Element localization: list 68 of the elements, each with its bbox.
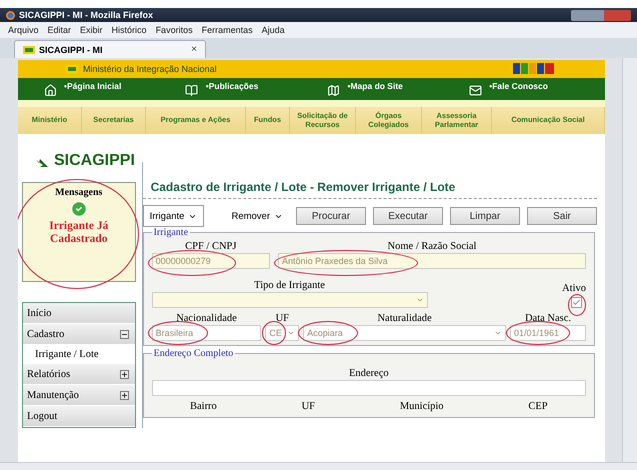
window-controls-icon[interactable] bbox=[571, 10, 631, 20]
action-dropdown[interactable]: Remover bbox=[225, 205, 289, 227]
section-legend: Irrigante bbox=[152, 227, 190, 238]
field-label: CEP bbox=[528, 400, 548, 413]
entity-dropdown[interactable]: Irrigante bbox=[142, 205, 204, 227]
menu-item[interactable]: Editar bbox=[48, 25, 72, 35]
input-field[interactable] bbox=[152, 380, 586, 396]
nav-link[interactable]: •Mapa do Site bbox=[322, 78, 464, 102]
field-label: CPF / CNPJ bbox=[185, 240, 236, 253]
sidebar-item[interactable]: Início bbox=[23, 303, 135, 324]
horizontal-scrollbar[interactable] bbox=[0, 462, 637, 470]
messages-title: Mensagens bbox=[55, 187, 102, 198]
flag-icon bbox=[66, 65, 78, 73]
field-label: Tipo de Irrigante bbox=[254, 279, 325, 292]
toolbar-button[interactable]: Limpar bbox=[450, 207, 520, 225]
brasil-logo-drawing bbox=[513, 62, 555, 76]
sidebar-label: Cadastro bbox=[27, 328, 64, 340]
caret-icon bbox=[287, 329, 296, 337]
menu-item[interactable]: Favoritos bbox=[156, 25, 193, 35]
dropdown-field[interactable] bbox=[152, 292, 428, 308]
field-label: Bairro bbox=[190, 400, 217, 413]
caret-icon bbox=[416, 296, 424, 304]
menu-item[interactable]: Arquivo bbox=[8, 25, 39, 35]
field-label: Nome / Razão Social bbox=[388, 240, 476, 253]
sidebar-item[interactable]: Logout bbox=[23, 406, 135, 427]
checkbox[interactable] bbox=[571, 297, 582, 308]
field-label: UF bbox=[302, 400, 316, 413]
vertical-scrollbar[interactable] bbox=[622, 58, 637, 462]
flag-icon bbox=[23, 46, 35, 54]
collapse-icon[interactable] bbox=[120, 330, 129, 338]
field-label: Data Nasc. bbox=[524, 312, 572, 325]
message-text: Irrigante Já Cadastrado bbox=[48, 220, 110, 246]
toolbar-button[interactable]: Procurar bbox=[296, 207, 366, 225]
expand-icon[interactable] bbox=[120, 370, 129, 378]
sidebar-label: Relatórios bbox=[27, 368, 70, 380]
success-check-icon bbox=[70, 200, 88, 218]
field-label: UF bbox=[276, 312, 290, 325]
caret-icon bbox=[494, 329, 502, 337]
section-legend: Endereço Completo bbox=[152, 348, 236, 359]
field-label: Município bbox=[400, 400, 444, 413]
sidebar-item[interactable]: Cadastro bbox=[23, 324, 135, 345]
ministry-name: Ministério da Integração Nacional bbox=[83, 64, 217, 74]
firefox-icon bbox=[6, 10, 15, 20]
expand-icon[interactable] bbox=[120, 390, 129, 400]
sidebar-label: Manutenção bbox=[27, 390, 79, 400]
nav-link[interactable]: •Página Inicial bbox=[38, 78, 180, 102]
field-label: Endereço bbox=[348, 367, 389, 380]
menu-item[interactable]: Ferramentas bbox=[202, 25, 253, 35]
tab-title: SICAGIPPI - MI bbox=[39, 44, 104, 54]
nav-link[interactable]: •Fale Conosco bbox=[463, 78, 605, 102]
field-label: Ativo bbox=[562, 282, 586, 295]
menu-item[interactable]: Histórico bbox=[112, 25, 147, 35]
browser-tab[interactable]: SICAGIPPI - MI × bbox=[14, 40, 206, 58]
sidebar-item[interactable]: Relatórios bbox=[23, 364, 135, 385]
close-button[interactable]: × bbox=[191, 44, 197, 55]
field-label: Nacionalidade bbox=[176, 312, 237, 325]
sidebar-label: Logout bbox=[27, 410, 58, 422]
menu-item[interactable]: Ajuda bbox=[262, 25, 285, 35]
toolbar-button[interactable]: Sair bbox=[527, 207, 597, 225]
menu-item[interactable]: Exibir bbox=[80, 25, 103, 35]
form-title: Cadastro de Irrigante / Lote - Remover Irrigante / Lote bbox=[142, 180, 597, 199]
field-label: Naturalidade bbox=[377, 312, 432, 325]
sidebar-label: Início bbox=[27, 308, 52, 318]
toolbar-button[interactable]: Executar bbox=[373, 207, 443, 225]
sidebar-item[interactable]: Manutenção bbox=[23, 385, 135, 406]
window-title: SICAGIPPI - MI - Mozilla Firefox bbox=[19, 10, 154, 20]
app-logo: SICAGIPPI bbox=[54, 152, 135, 170]
nav-link[interactable]: •Publicações bbox=[180, 78, 322, 102]
